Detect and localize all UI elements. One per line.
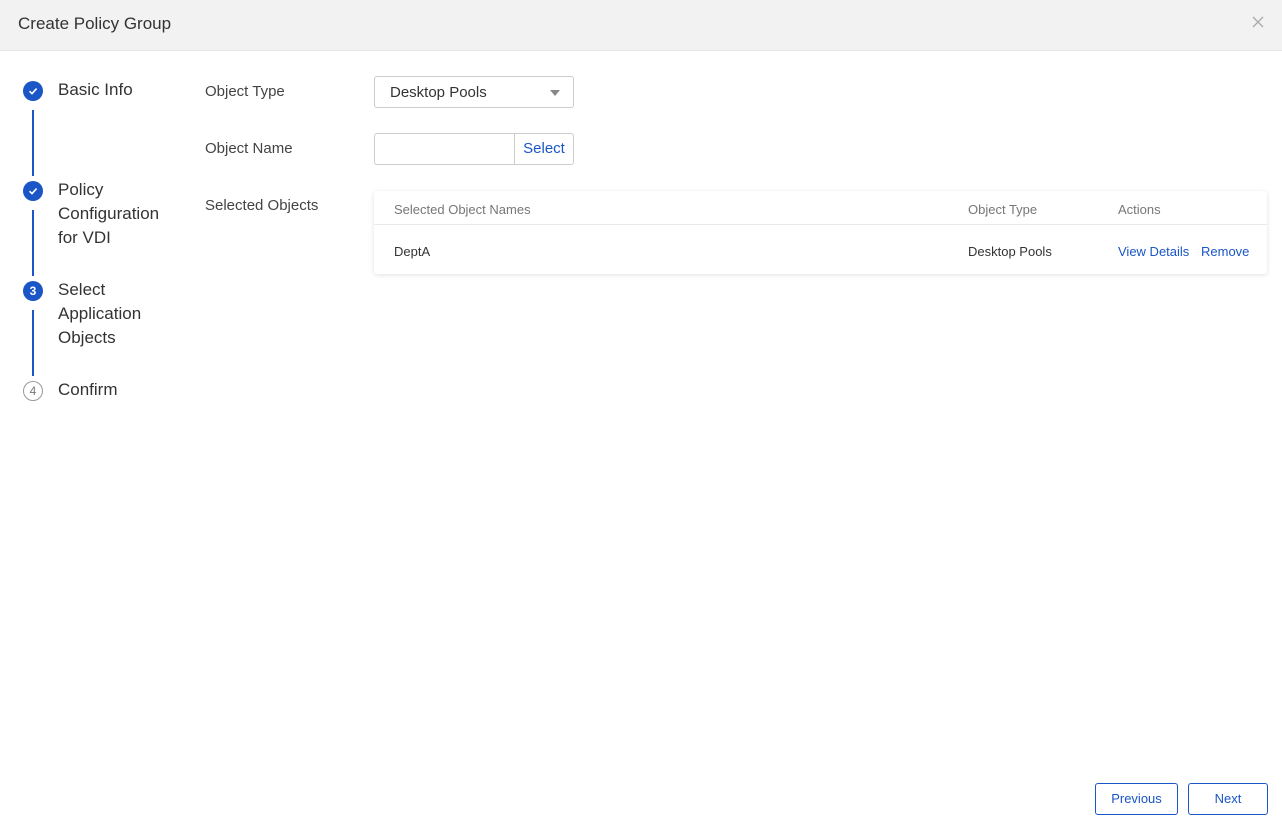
check-icon	[23, 81, 43, 101]
close-icon	[1252, 16, 1264, 28]
step-label-basic-info: Basic Info	[58, 80, 133, 99]
step-connector	[32, 310, 34, 376]
step-number-badge: 3	[23, 281, 43, 301]
caret-down-icon	[550, 90, 560, 96]
view-details-link[interactable]: View Details	[1118, 244, 1189, 259]
step-number-badge: 4	[23, 381, 43, 401]
step-label-select-objects: Select Application Objects	[58, 280, 142, 347]
object-name-input[interactable]	[374, 133, 515, 165]
step-label-confirm: Confirm	[58, 380, 118, 399]
cell-object-type: Desktop Pools	[968, 244, 1052, 259]
object-name-label: Object Name	[205, 140, 293, 157]
next-button[interactable]: Next	[1188, 783, 1268, 815]
step-connector	[32, 210, 34, 276]
selected-objects-label: Selected Objects	[205, 197, 319, 214]
table-header-divider	[374, 224, 1267, 225]
dialog-title: Create Policy Group	[18, 14, 172, 33]
object-type-select[interactable]: Desktop Pools	[374, 76, 574, 108]
cell-object-name: DeptA	[394, 244, 431, 259]
check-icon	[23, 181, 43, 201]
object-type-value: Desktop Pools	[390, 84, 487, 101]
step-connector	[32, 110, 34, 176]
column-header-names: Selected Object Names	[394, 202, 531, 217]
close-button[interactable]	[1248, 12, 1268, 32]
step-label-policy-configuration: Policy Configuration for VDI	[58, 180, 160, 247]
selected-objects-table: Selected Object Names Object Type Action…	[374, 191, 1267, 274]
select-button[interactable]: Select	[514, 133, 574, 165]
previous-button[interactable]: Previous	[1095, 783, 1178, 815]
dialog-header: Create Policy Group	[0, 0, 1282, 51]
remove-link[interactable]: Remove	[1201, 244, 1249, 259]
column-header-actions: Actions	[1118, 202, 1161, 217]
column-header-type: Object Type	[968, 202, 1038, 217]
object-type-label: Object Type	[205, 83, 285, 100]
